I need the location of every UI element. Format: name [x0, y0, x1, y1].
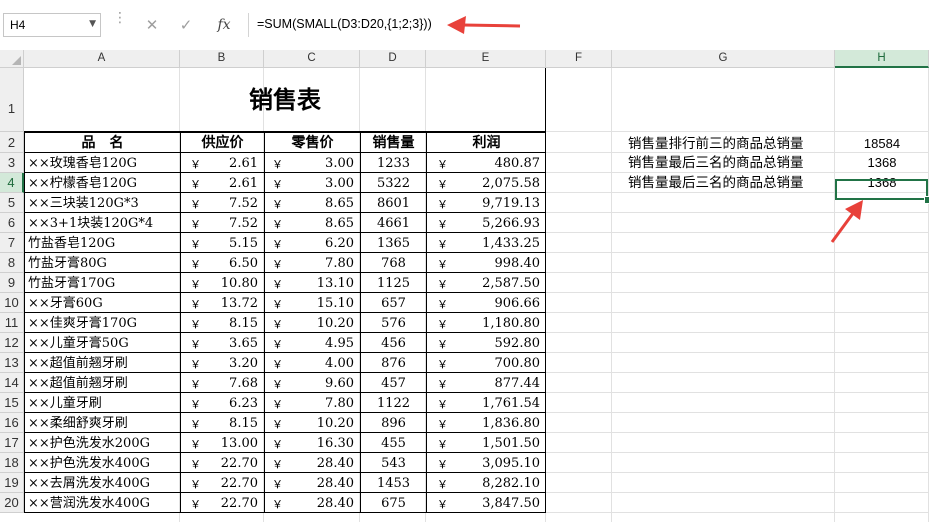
annotation-overlay [447, 16, 863, 243]
arrow-icon-formula [447, 16, 521, 34]
arrow-icon-cell [830, 200, 863, 243]
